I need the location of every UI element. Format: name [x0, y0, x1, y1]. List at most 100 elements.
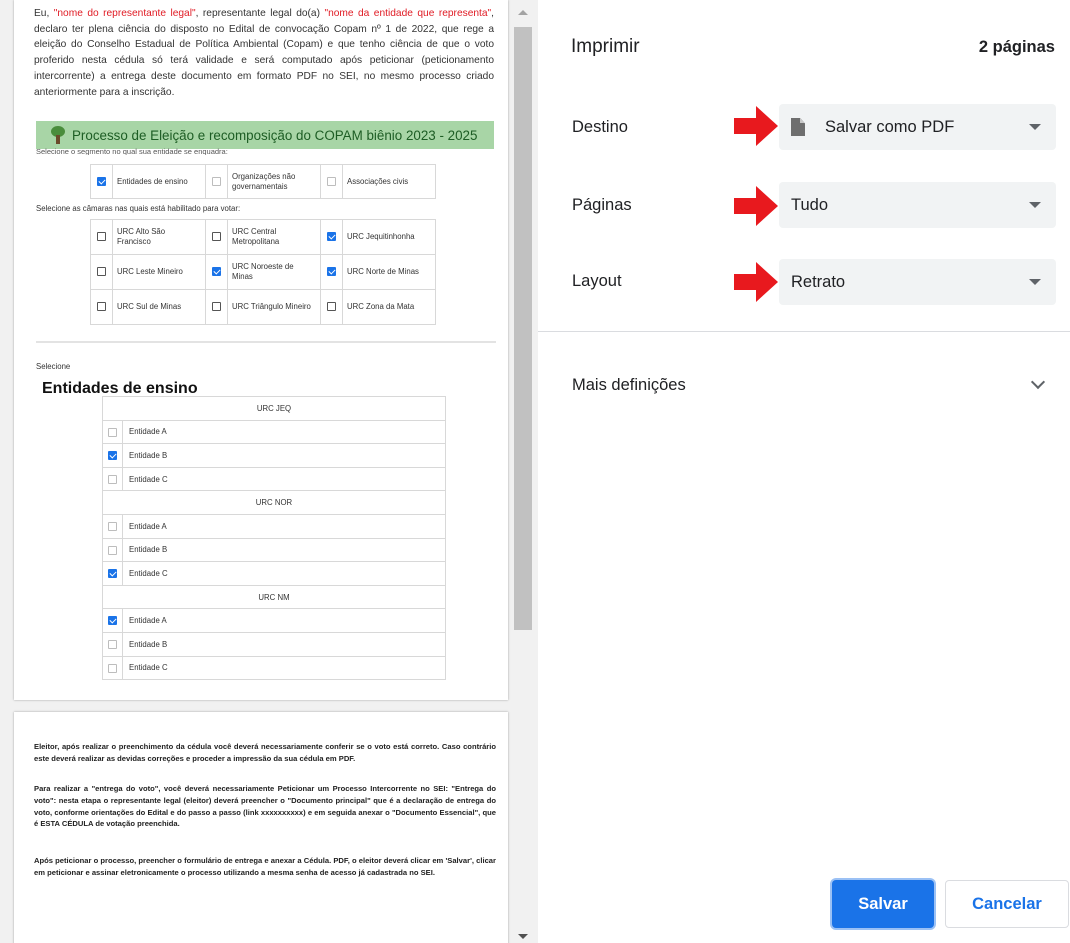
pages-select[interactable]: Tudo: [779, 182, 1056, 228]
checkbox-icon[interactable]: [327, 302, 336, 312]
pages-label: Páginas: [572, 196, 632, 214]
checkbox-icon[interactable]: [97, 232, 106, 242]
checkbox-icon[interactable]: [108, 451, 117, 461]
dropdown-caret-icon: [1029, 202, 1041, 208]
vote-checkbox-cell[interactable]: [102, 466, 123, 492]
vote-group-header: URC NOR: [102, 490, 446, 515]
chamber-checkbox-cell[interactable]: [205, 289, 228, 325]
layout-select[interactable]: Retrato: [779, 259, 1056, 305]
vote-row: Entidade B: [102, 443, 446, 468]
chevron-down-icon[interactable]: [1030, 374, 1046, 390]
scroll-thumb[interactable]: [514, 27, 532, 630]
vote-table: URC JEQ Entidade A Entidade B Entidade C URC…: [102, 396, 446, 681]
checkbox-icon[interactable]: [108, 616, 117, 626]
checkbox-icon[interactable]: [327, 232, 336, 242]
checkbox-icon[interactable]: [327, 267, 336, 277]
checkbox-icon[interactable]: [327, 176, 336, 186]
page-count: 2 páginas: [978, 38, 1055, 56]
vote-checkbox-cell[interactable]: [102, 537, 123, 563]
vote-row: Entidade B: [102, 631, 446, 657]
settings-divider: [538, 331, 1070, 332]
segment-checkbox-cell[interactable]: [205, 164, 228, 199]
vote-entity-label: Entidade A: [122, 513, 446, 539]
red-arrow-icon: [734, 262, 778, 302]
destination-label: Destino: [572, 118, 628, 136]
checkbox-icon[interactable]: [108, 639, 117, 649]
vote-checkbox-cell[interactable]: [102, 443, 123, 468]
more-settings-toggle[interactable]: Mais definições: [572, 376, 686, 395]
vote-entity-label: Entidade C: [122, 466, 446, 492]
preview-page-2: Eleitor, após realizar o preenchimento d…: [14, 712, 508, 943]
vote-checkbox-cell[interactable]: [102, 631, 123, 657]
pages-value: Tudo: [791, 195, 828, 214]
vote-entity-label: Entidade B: [122, 631, 446, 657]
chamber-checkbox-cell[interactable]: [205, 254, 228, 290]
checkbox-icon[interactable]: [108, 663, 117, 673]
chamber-label: URC Sul de Minas: [112, 289, 206, 325]
vote-row: Entidade C: [102, 466, 446, 492]
checkbox-icon[interactable]: [97, 176, 106, 186]
scroll-down-arrow-icon[interactable]: [518, 934, 528, 939]
chambers-hint: Selecione as câmaras nas quais está habi…: [36, 204, 241, 213]
vote-checkbox-cell[interactable]: [102, 419, 123, 445]
segment-label: Organizações não governamentais: [227, 164, 321, 199]
chambers-row: URC Alto São Francisco URC Central Metrop…: [90, 219, 436, 255]
checkbox-icon[interactable]: [108, 474, 117, 484]
checkbox-icon[interactable]: [108, 545, 117, 555]
chamber-checkbox-cell[interactable]: [90, 254, 113, 290]
intro-text: , representante legal do(a): [195, 8, 325, 19]
layout-value: Retrato: [791, 272, 846, 291]
vote-row: Entidade C: [102, 561, 446, 586]
vote-entity-label: Entidade C: [122, 655, 446, 681]
segment-checkbox-cell[interactable]: [90, 164, 113, 199]
chamber-checkbox-cell[interactable]: [320, 219, 343, 255]
segment-hint: Selecione o segmento no qual sua entidad…: [36, 148, 228, 155]
vote-group-header: URC JEQ: [102, 396, 446, 421]
banner-title: Processo de Eleição e recomposição do CO…: [72, 127, 478, 143]
chamber-label: URC Central Metropolitana: [227, 219, 321, 255]
chambers-row: URC Leste Mineiro URC Noroeste de Minas UR…: [90, 254, 436, 290]
scroll-up-arrow-icon[interactable]: [518, 10, 528, 15]
checkbox-icon[interactable]: [108, 427, 117, 437]
print-preview-pane[interactable]: Eu, "nome do representante legal", repre…: [0, 0, 538, 943]
chamber-checkbox-cell[interactable]: [320, 289, 343, 325]
vote-checkbox-cell[interactable]: [102, 608, 123, 633]
checkbox-icon[interactable]: [212, 302, 221, 312]
checkbox-icon[interactable]: [212, 267, 221, 277]
instructions-paragraph-3: Após peticionar o processo, preencher o …: [34, 856, 496, 877]
chambers-row: URC Sul de Minas URC Triângulo Mineiro URC…: [90, 289, 436, 325]
vote-checkbox-cell[interactable]: [102, 561, 123, 586]
chamber-label: URC Leste Mineiro: [112, 254, 206, 290]
cancel-button[interactable]: Cancelar: [945, 880, 1069, 928]
checkbox-icon[interactable]: [212, 176, 221, 186]
preview-page-1: Eu, "nome do representante legal", repre…: [14, 0, 508, 700]
chamber-label: URC Jequitinhonha: [342, 219, 436, 255]
vote-checkbox-cell[interactable]: [102, 513, 123, 539]
select-label: Selecione: [36, 362, 71, 371]
checkbox-icon[interactable]: [212, 232, 221, 242]
segment-table: Entidades de ensino Organizações não gove…: [90, 164, 436, 199]
vote-row: Entidade C: [102, 655, 446, 681]
red-arrow-icon: [734, 106, 778, 146]
vote-entity-label: Entidade A: [122, 419, 446, 445]
chamber-checkbox-cell[interactable]: [320, 254, 343, 290]
vote-checkbox-cell[interactable]: [102, 655, 123, 681]
chamber-checkbox-cell[interactable]: [90, 289, 113, 325]
destination-select[interactable]: Salvar como PDF: [779, 104, 1056, 150]
checkbox-icon[interactable]: [97, 267, 106, 277]
save-button[interactable]: Salvar: [832, 880, 934, 928]
chamber-checkbox-cell[interactable]: [205, 219, 228, 255]
segment-label: Entidades de ensino: [112, 164, 206, 199]
chamber-checkbox-cell[interactable]: [90, 219, 113, 255]
segment-checkbox-cell[interactable]: [320, 164, 343, 199]
vote-entity-label: Entidade C: [122, 561, 446, 586]
checkbox-icon[interactable]: [97, 302, 106, 312]
checkbox-icon[interactable]: [108, 569, 117, 579]
tree-logo-icon: [50, 126, 66, 144]
vote-entity-label: Entidade B: [122, 443, 446, 468]
vote-group-header: URC NM: [102, 584, 446, 610]
chamber-label: URC Alto São Francisco: [112, 219, 206, 255]
intro-paragraph: Eu, "nome do representante legal", repre…: [34, 6, 494, 100]
preview-scrollbar[interactable]: [512, 0, 534, 943]
checkbox-icon[interactable]: [108, 521, 117, 531]
